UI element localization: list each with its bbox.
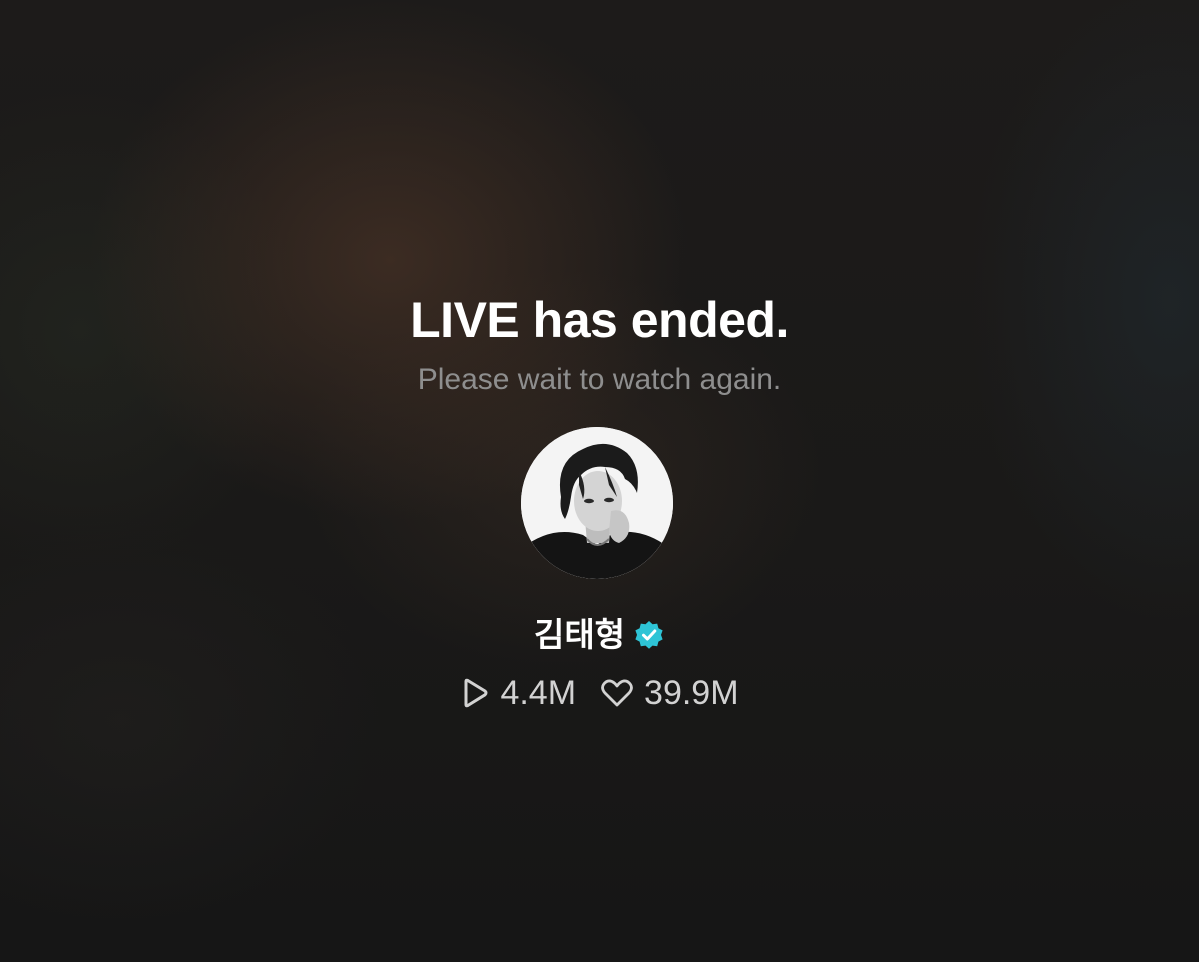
avatar[interactable] [521,427,673,579]
verified-badge-icon [633,619,665,651]
likes-stat: 39.9M [600,670,739,716]
stats-row: 4.4M 39.9M [0,670,1199,716]
creator-name-row[interactable]: 김태형 [0,612,1199,658]
likes-count: 39.9M [644,674,739,712]
live-ended-title: LIVE has ended. [410,292,789,348]
plays-count: 4.4M [500,674,577,712]
live-ended-screen: LIVE has ended. Please wait to watch aga… [0,0,1199,962]
creator-name[interactable]: 김태형 [534,612,625,658]
heart-icon [600,678,634,708]
live-ended-subtitle: Please wait to watch again. [417,363,782,396]
play-icon [460,677,490,709]
avatar-photo [521,427,673,579]
plays-stat: 4.4M [460,670,576,716]
